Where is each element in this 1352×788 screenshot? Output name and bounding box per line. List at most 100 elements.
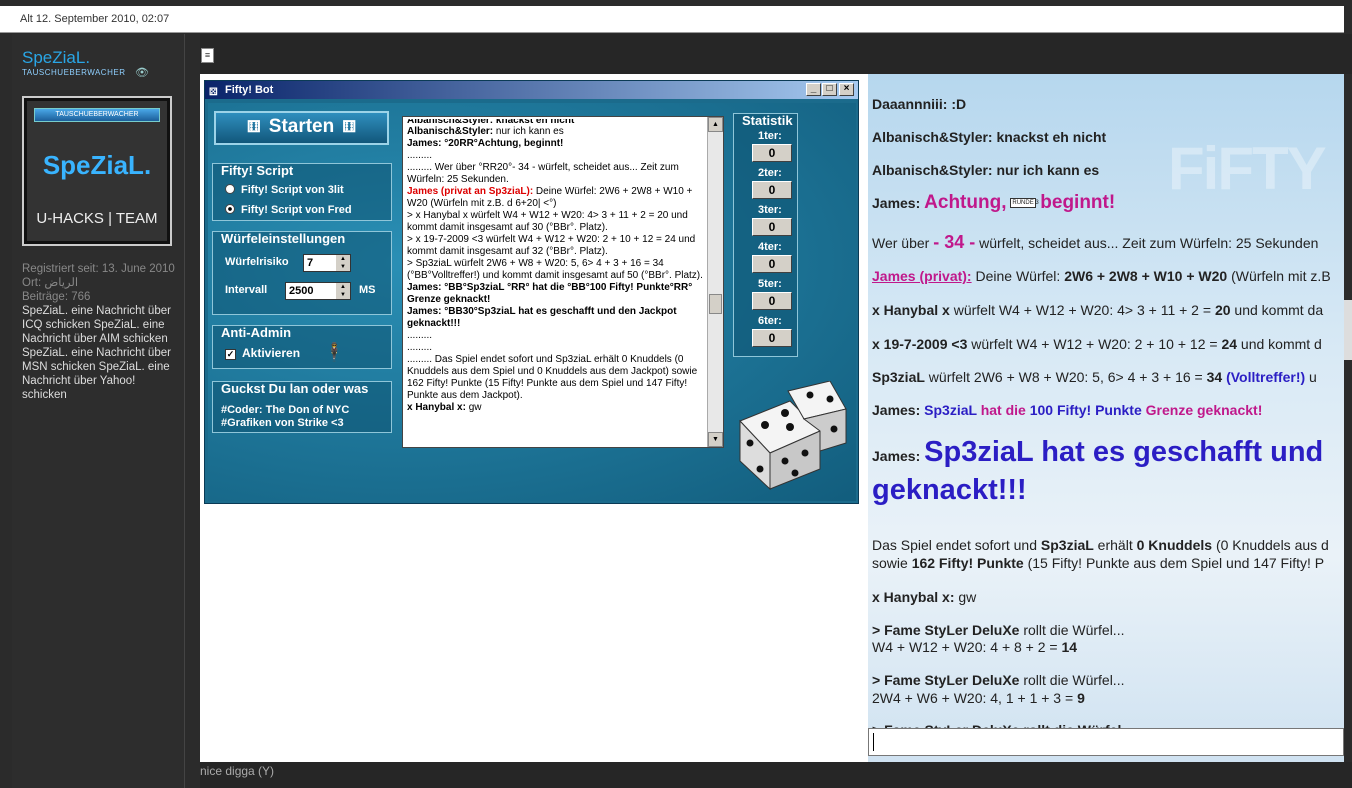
dice-icon: ⚅ <box>342 119 357 136</box>
dice-icon: ⚅ <box>246 119 261 136</box>
post-body: ≡ ⚄ Fifty! Bot _ □ × ⚅ Starten ⚅ Fifty! Sc… <box>200 34 1352 788</box>
stat-label: 3ter: <box>758 204 782 216</box>
risk-input[interactable]: 7 ▲ ▼ <box>303 254 351 272</box>
anti-admin-title: Anti-Admin <box>221 325 292 340</box>
scroll-thumb[interactable] <box>709 294 722 314</box>
statistics-panel: Statistik 1ter: 0 2ter: 0 3ter: 0 4ter: … <box>733 113 798 357</box>
log-line: > x 19-7-2009 <3 würfelt W4 + W12 + W20:… <box>407 234 696 257</box>
chat-line: x Hanybal x: gw <box>872 589 977 605</box>
log-line: ......... <box>407 342 433 353</box>
bot-body: ⚅ Starten ⚅ Fifty! Script Fifty! Script vo… <box>208 103 856 501</box>
credits-panel: Guckst Du lan oder was #Coder: The Don o… <box>212 381 392 433</box>
log-line: > x Hanybal x würfelt W4 + W12 + W20: 4>… <box>407 210 688 233</box>
registered-date: Registriert seit: 13. June 2010 <box>22 263 175 275</box>
post-count: Beiträge: 766 <box>22 291 91 303</box>
dice-settings-panel: Würfeleinstellungen Würfelrisiko 7 ▲ ▼ Int… <box>212 231 392 315</box>
close-button[interactable]: × <box>839 83 854 96</box>
avatar-team: U-HACKS | TEAM <box>36 210 158 227</box>
avatar[interactable]: TAUSCHUEBERWACHER SpeZiaL. U-HACKS | TEA… <box>22 96 172 246</box>
log-line: ......... Wer über °RR20°- 34 - würfelt,… <box>407 162 679 185</box>
user-location: Ort: الرياض <box>22 277 79 289</box>
log-line: James: °20RR°Achtung, beginnt! <box>407 138 564 149</box>
dice-icon: ⚄ <box>209 87 218 98</box>
script-radio-3lit[interactable]: Fifty! Script von 3lit <box>225 184 344 196</box>
script-radio-fred[interactable]: Fifty! Script von Fred <box>225 204 352 216</box>
scroll-up-button[interactable]: ▲ <box>708 117 723 132</box>
chat-line: geknackt!!! <box>872 474 1027 506</box>
log-line: > Sp3ziaL würfelt 2W6 + W8 + W20: 5, 6> … <box>407 258 703 281</box>
stat-label: 1ter: <box>758 130 782 142</box>
risk-label: Würfelrisiko <box>225 256 289 268</box>
log-line: ......... <box>407 150 433 161</box>
stat-value: 0 <box>752 181 792 199</box>
start-button[interactable]: ⚅ Starten ⚅ <box>214 111 389 145</box>
chat-line: Daaannniii: :D <box>872 96 967 112</box>
credits-title: Guckst Du lan oder was <box>221 381 369 396</box>
stat-value: 0 <box>752 218 792 236</box>
anti-admin-checkbox[interactable]: ✓ Aktivieren <box>225 346 300 360</box>
statistics-title: Statistik <box>742 113 793 128</box>
chat-line: James (privat): Deine Würfel: 2W6 + 2W8 … <box>872 268 1331 284</box>
credit-coder: #Coder: The Don of NYC <box>221 404 350 416</box>
avatar-banner: TAUSCHUEBERWACHER <box>34 108 160 122</box>
post-header: Alt 12. September 2010, 02:07 <box>0 6 1344 33</box>
log-line: x Hanybal x: gw <box>407 402 482 413</box>
stat-value: 0 <box>752 255 792 273</box>
user-info: Registriert seit: 13. June 2010 Ort: الر… <box>22 262 182 402</box>
chat-line: Albanisch&Styler: nur ich kann es <box>872 162 1100 178</box>
chat-line: Wer über - 34 - würfelt, scheidet aus...… <box>872 232 1319 252</box>
chat-line: W4 + W12 + W20: 4 + 8 + 2 = 14 <box>872 639 1078 655</box>
chat-line: > Fame StyLer DeluXe rollt die Würfel... <box>872 622 1125 638</box>
dice-graphic-icon <box>739 381 847 491</box>
interval-label: Intervall <box>225 284 268 296</box>
bot-log: Albanisch&Styler: knackst eh nicht Alban… <box>402 116 724 448</box>
post-icon: ≡ <box>201 48 214 63</box>
knuddels-chat: FiFTY Daaannniii: :D Albanisch&Styler: k… <box>868 74 1344 762</box>
maximize-button[interactable]: □ <box>822 83 837 96</box>
log-line: ......... <box>407 330 433 341</box>
chat-line: x Hanybal x würfelt W4 + W12 + W20: 4> 3… <box>872 302 1324 318</box>
start-label: Starten <box>268 116 335 137</box>
log-line: Albanisch&Styler: knackst eh nicht <box>407 119 575 126</box>
log-line: James (privat an Sp3ziaL): Deine Würfel:… <box>407 186 693 209</box>
chat-line: James: Sp3ziaL hat es geschafft und <box>872 436 1324 468</box>
log-line: James: °BB30°Sp3ziaL hat es geschafft un… <box>407 306 677 329</box>
stat-label: 4ter: <box>758 241 782 253</box>
log-scrollbar[interactable]: ▲ ▼ <box>707 117 723 447</box>
chat-line: Das Spiel endet sofort und Sp3ziaL erhäl… <box>872 537 1329 553</box>
chat-line: Albanisch&Styler: knackst eh nicht <box>872 129 1107 145</box>
chat-line: 2W4 + W6 + W20: 4, 1 + 1 + 3 = 9 <box>872 690 1085 706</box>
window-titlebar: ⚄ Fifty! Bot _ □ × <box>205 81 858 99</box>
stat-value: 0 <box>752 329 792 347</box>
interval-spinner[interactable]: ▲ ▼ <box>336 283 350 299</box>
minimize-button[interactable]: _ <box>806 83 821 96</box>
script-panel: Fifty! Script Fifty! Script von 3lit Fif… <box>212 163 392 221</box>
stat-value: 0 <box>752 292 792 310</box>
admin-figure-icon: 🕴 <box>323 342 346 362</box>
chat-line: Sp3ziaL würfelt 2W6 + W8 + W20: 5, 6> 4 … <box>872 369 1317 385</box>
chat-line: x 19-7-2009 <3 würfelt W4 + W12 + W20: 2… <box>872 336 1322 352</box>
script-panel-title: Fifty! Script <box>221 163 294 178</box>
window-title: Fifty! Bot <box>225 84 274 96</box>
page-scrollbar[interactable] <box>1344 74 1352 762</box>
user-sidebar: SpeZiaL. TAUSCHUEBERWACHER 👁 TAUSCHUEBER… <box>12 34 185 788</box>
chat-input[interactable] <box>868 728 1344 756</box>
scroll-down-button[interactable]: ▼ <box>708 432 723 447</box>
interval-input[interactable]: 2500 ▲ ▼ <box>285 282 351 300</box>
stat-label: 2ter: <box>758 167 782 179</box>
chat-line: James: Achtung, RUNDE 3 beginnt! <box>872 192 1116 213</box>
interval-unit: MS <box>359 284 376 296</box>
fifty-bot-window: ⚄ Fifty! Bot _ □ × ⚅ Starten ⚅ Fifty! Scri… <box>204 80 859 504</box>
chat-line: sowie 162 Fifty! Punkte (15 Fifty! Punkt… <box>872 555 1325 571</box>
user-title: TAUSCHUEBERWACHER <box>22 68 126 77</box>
risk-spinner[interactable]: ▲ ▼ <box>336 255 350 271</box>
eye-icon: 👁 <box>135 67 149 79</box>
chat-line: James: Sp3ziaL hat die 100 Fifty! Punkte… <box>872 402 1263 418</box>
scroll-thumb[interactable] <box>1344 300 1352 360</box>
username-link[interactable]: SpeZiaL. <box>22 48 90 68</box>
contact-links[interactable]: SpeZiaL. eine Nachricht über ICQ schicke… <box>22 304 182 402</box>
text-cursor <box>873 733 874 751</box>
avatar-name: SpeZiaL. <box>42 150 152 180</box>
private-message-link[interactable]: James (privat): <box>872 268 972 284</box>
post-signature: nice digga (Y) <box>200 764 275 778</box>
